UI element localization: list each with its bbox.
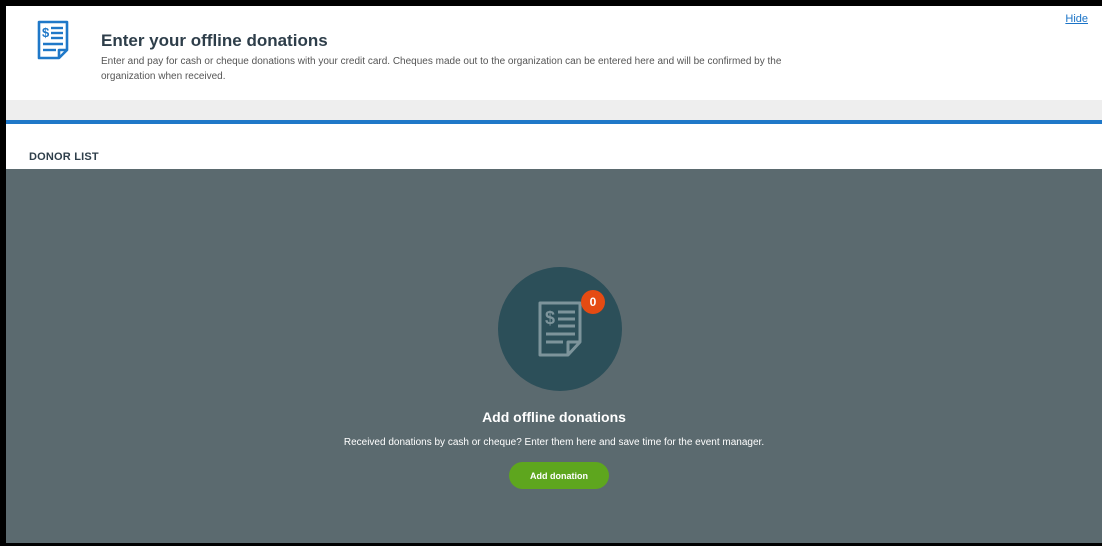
empty-state-description: Received donations by cash or cheque? En… (343, 437, 765, 448)
main-window: $ Enter your offline donations Enter and… (6, 6, 1102, 543)
section-title: DONOR LIST (29, 151, 99, 163)
invoice-dollar-icon: $ (37, 20, 69, 60)
add-donation-button[interactable]: Add donation (509, 462, 609, 489)
donor-list-header: DONOR LIST (6, 124, 1102, 169)
empty-state-panel: $ 0 Add offline donations Received donat… (6, 169, 1102, 543)
svg-text:$: $ (42, 25, 50, 40)
banner-description: Enter and pay for cash or cheque donatio… (101, 56, 782, 82)
svg-text:$: $ (545, 308, 555, 328)
empty-state-icon-circle: $ (498, 267, 622, 391)
banner-title: Enter your offline donations (101, 31, 328, 50)
banner-footer-strip (6, 100, 1102, 120)
hide-link[interactable]: Hide (1065, 13, 1088, 25)
offline-donations-banner: $ Enter your offline donations Enter and… (6, 6, 1102, 100)
invoice-dollar-icon: $ (538, 301, 582, 357)
donation-count-badge: 0 (581, 290, 605, 314)
empty-state-title: Add offline donations (482, 409, 626, 425)
